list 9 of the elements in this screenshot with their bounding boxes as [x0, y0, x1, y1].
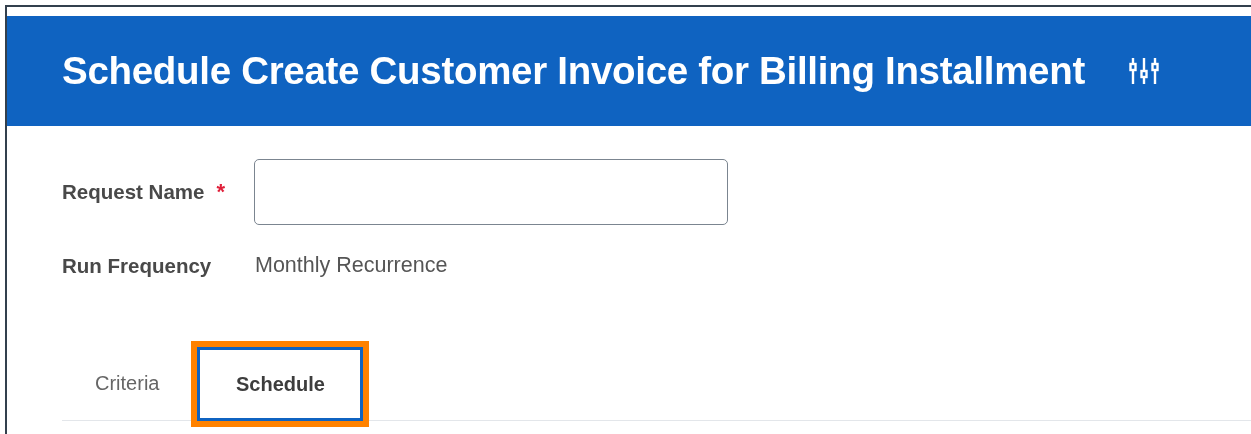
field-value: Monthly Recurrence — [255, 253, 448, 278]
tab[interactable]: Schedule — [197, 347, 364, 421]
field-label: Request Name — [62, 180, 205, 204]
field-label: Run Frequency — [62, 253, 212, 278]
tab[interactable]: Criteria — [69, 346, 186, 420]
page-title: Schedule Create Customer Invoice for Billing Installment — [62, 49, 1085, 93]
input-field[interactable] — [254, 159, 728, 225]
required-mark: * — [216, 179, 225, 205]
sliders-icon[interactable] — [1128, 58, 1159, 84]
